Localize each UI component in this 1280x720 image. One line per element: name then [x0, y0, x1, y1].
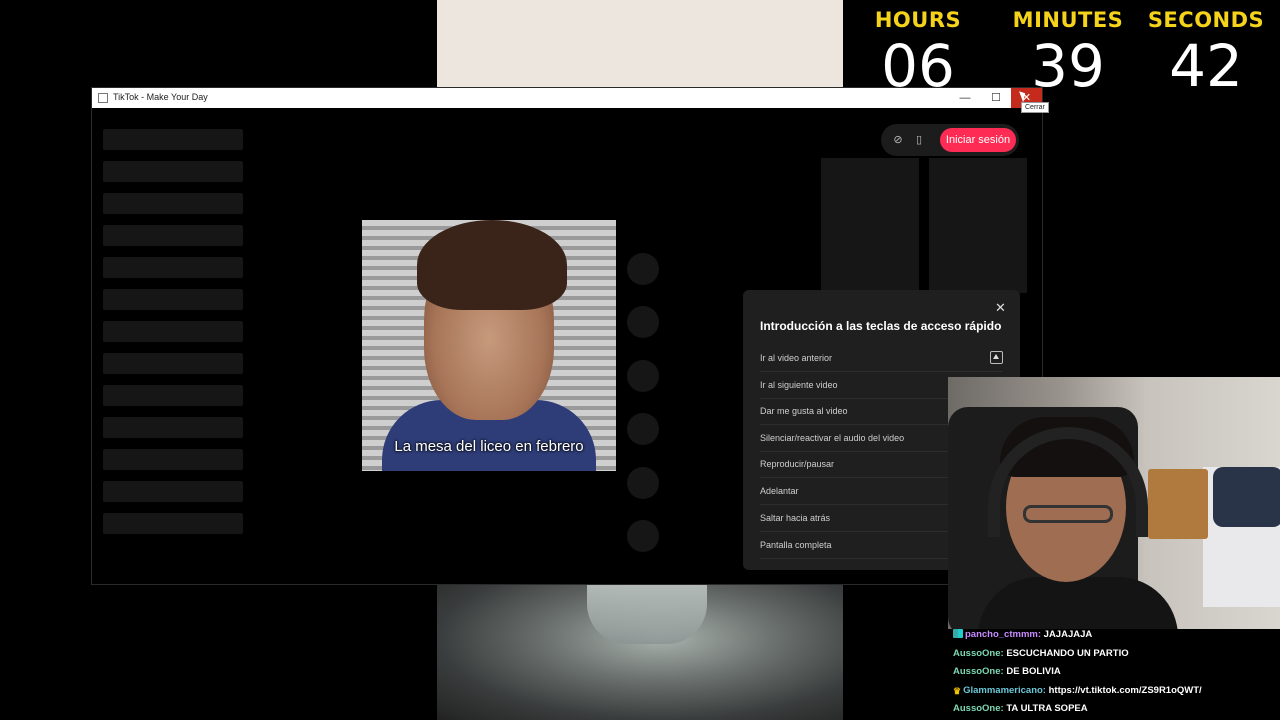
sidebar-placeholder	[103, 417, 243, 438]
shortcut-label: Dar me gusta al video	[760, 406, 848, 416]
sidebar-placeholder	[103, 225, 243, 246]
chat-message: AussoOne: DE BOLIVIA	[953, 664, 1280, 683]
chat-username: AussoOne:	[953, 647, 1004, 659]
chat-overlay: pancho_ctmmm: JAJAJAJA AussoOne: ESCUCHA…	[953, 627, 1280, 720]
window-titlebar[interactable]: TikTok - Make Your Day — ☐ ✕	[92, 88, 1042, 108]
sidebar-placeholder	[103, 353, 243, 374]
chat-message: AussoOne: ESCUCHANDO UN PARTIO	[953, 646, 1280, 665]
chat-text: DE BOLIVIA	[1006, 666, 1061, 677]
minutes-label: MINUTES	[1012, 8, 1124, 32]
chat-message: pancho_ctmmm: JAJAJAJA	[953, 627, 1280, 646]
webcam-person-body	[978, 577, 1178, 629]
chat-message: ♛ Glammamericano: https://vt.tiktok.com/Z…	[953, 683, 1280, 702]
sidebar-placeholder	[103, 385, 243, 406]
action-button-placeholder[interactable]	[627, 253, 659, 285]
mobile-device-icon[interactable]: ▯	[912, 133, 926, 147]
shortcut-label: Ir al video anterior	[760, 353, 833, 363]
webcam-cabinet	[1148, 469, 1208, 539]
subscriber-badge-icon	[953, 629, 963, 638]
video-player[interactable]: La mesa del liceo en febrero	[362, 220, 616, 471]
shortcut-row: Ir al video anterior	[760, 345, 1003, 372]
glasses-icon	[1023, 505, 1113, 523]
streamer-webcam	[948, 377, 1280, 629]
window-title: TikTok - Make Your Day	[113, 92, 208, 102]
chat-username: pancho_ctmmm:	[965, 629, 1042, 640]
crown-badge-icon: ♛	[953, 685, 962, 696]
app-icon	[98, 93, 108, 103]
compass-icon[interactable]: ⊘	[891, 133, 905, 147]
close-tooltip: Cerrar	[1021, 102, 1049, 113]
stream-background-bottom	[437, 584, 843, 720]
video-thumbnail-placeholder[interactable]	[929, 158, 1027, 293]
action-button-placeholder[interactable]	[627, 413, 659, 445]
webcam-blanket	[1213, 467, 1280, 527]
panel-title: Introducción a las teclas de acceso rápi…	[760, 319, 1002, 333]
action-button-placeholder[interactable]	[627, 520, 659, 552]
hours-label: HOURS	[874, 8, 962, 32]
sidebar-placeholder	[103, 321, 243, 342]
login-button[interactable]: Iniciar sesión	[940, 128, 1016, 152]
chat-message: AussoOne: TA ULTRA SOPEA	[953, 701, 1280, 720]
sidebar-placeholder	[103, 481, 243, 502]
sidebar-placeholder	[103, 193, 243, 214]
action-button-placeholder[interactable]	[627, 467, 659, 499]
background-shirt-collar	[587, 584, 707, 644]
shortcut-label: Silenciar/reactivar el audio del video	[760, 433, 905, 443]
video-thumbnail-placeholder[interactable]	[821, 158, 919, 293]
maximize-button[interactable]: ☐	[981, 88, 1011, 108]
chat-username: AussoOne:	[953, 666, 1004, 677]
sidebar-placeholder	[103, 513, 243, 534]
minimize-button[interactable]: —	[950, 88, 980, 108]
chat-text: TA ULTRA SOPEA	[1006, 703, 1088, 714]
action-button-placeholder[interactable]	[627, 360, 659, 392]
shortcut-label: Pantalla completa	[760, 540, 832, 550]
stream-background-top	[437, 0, 843, 88]
video-person-hair	[417, 220, 567, 310]
video-caption: La mesa del liceo en febrero	[394, 438, 584, 455]
chat-username: Glammamericano:	[963, 684, 1046, 696]
action-button-placeholder[interactable]	[627, 306, 659, 338]
arrow-up-key-icon	[990, 351, 1003, 364]
shortcut-label: Ir al siguiente video	[760, 380, 838, 390]
sidebar-skeleton	[103, 129, 243, 545]
sidebar-placeholder	[103, 257, 243, 278]
seconds-label: SECONDS	[1147, 8, 1265, 32]
sidebar-placeholder	[103, 449, 243, 470]
chat-text: https://vt.tiktok.com/ZS9R1oQWT/	[1048, 684, 1202, 696]
shortcut-label: Reproducir/pausar	[760, 459, 835, 469]
chat-text: ESCUCHANDO UN PARTIO	[1006, 647, 1129, 659]
chat-text: JAJAJAJA	[1043, 629, 1093, 640]
shortcut-label: Saltar hacia atrás	[760, 513, 831, 523]
header-actions: ⊘ ▯ Iniciar sesión	[881, 124, 1019, 156]
seconds-value: 42	[1169, 32, 1243, 100]
chat-username: AussoOne:	[953, 703, 1004, 714]
sidebar-placeholder	[103, 161, 243, 182]
sidebar-placeholder	[103, 289, 243, 310]
close-icon[interactable]: ✕	[995, 300, 1006, 316]
sidebar-placeholder	[103, 129, 243, 150]
shortcut-label: Adelantar	[760, 486, 799, 496]
